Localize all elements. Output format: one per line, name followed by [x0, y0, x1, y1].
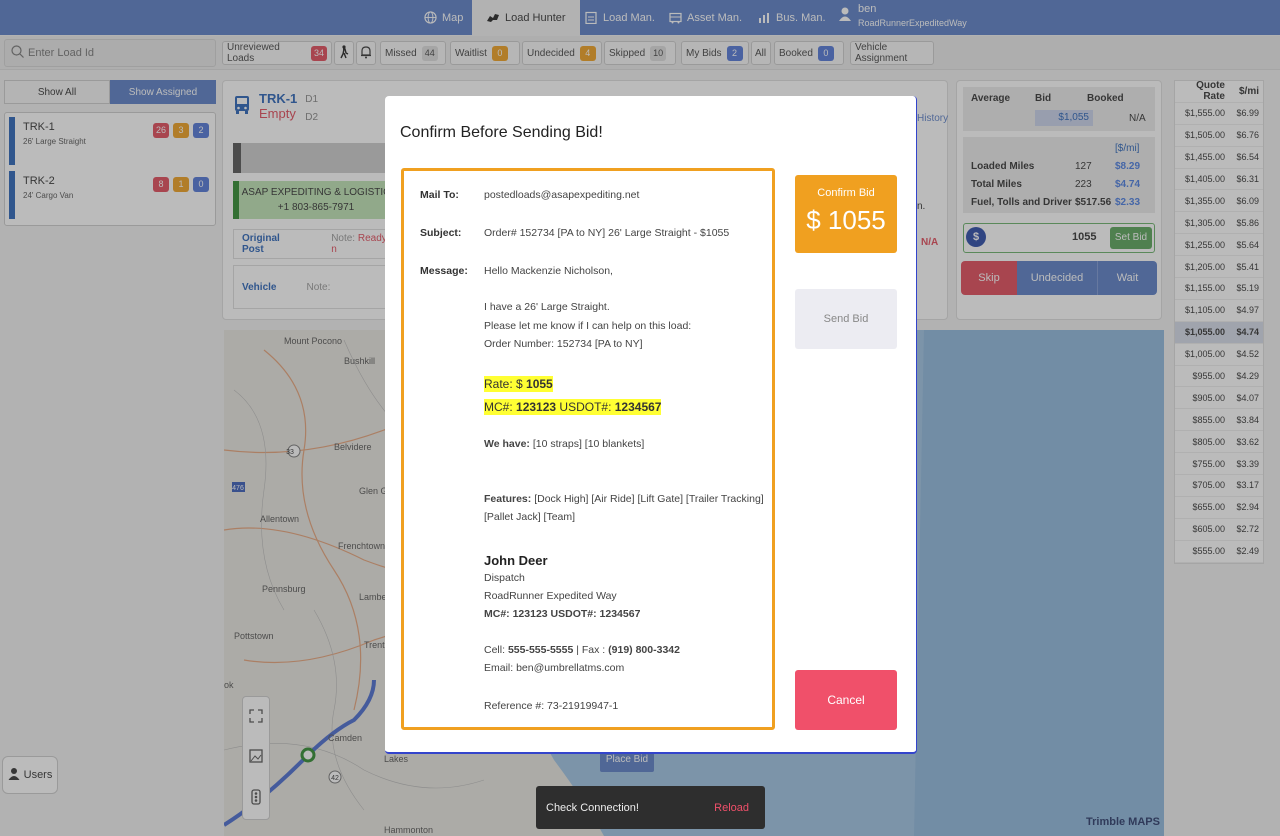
cancel-button[interactable]: Cancel	[795, 670, 897, 730]
message-line-2: Please let me know if I can help on this…	[484, 320, 692, 332]
signature-mc: MC#: 123123 USDOT#: 1234567	[484, 608, 641, 620]
confirm-bid-label: Confirm Bid	[817, 187, 875, 199]
message-line-1: I have a 26' Large Straight.	[484, 301, 610, 313]
message-line-3: Order Number: 152734 [PA to NY]	[484, 338, 643, 350]
modal-title: Confirm Before Sending Bid!	[400, 124, 603, 141]
mail-to-label: Mail To:	[420, 189, 459, 201]
reference-line: Reference #: 73-21919947-1	[484, 700, 619, 712]
greeting: Hello Mackenzie Nicholson,	[484, 265, 613, 277]
confirm-bid-button[interactable]: Confirm Bid $ 1055	[795, 175, 897, 253]
signature-role: Dispatch	[484, 572, 525, 584]
subject-value: Order# 152734 [PA to NY] 26' Large Strai…	[484, 227, 730, 239]
signature-company: RoadRunner Expedited Way	[484, 590, 617, 602]
mail-to-value: postedloads@asapexpediting.net	[484, 189, 640, 201]
message-label: Message:	[420, 265, 468, 277]
connection-toast: Check Connection! Reload	[536, 786, 765, 829]
reload-button[interactable]: Reload	[714, 802, 749, 814]
send-bid-button[interactable]: Send Bid	[795, 289, 897, 349]
email-line: Email: ben@umbrellatms.com	[484, 662, 625, 674]
features-line-2: [Pallet Jack] [Team]	[484, 511, 576, 523]
confirm-bid-modal: Confirm Before Sending Bid! Mail To: pos…	[385, 96, 917, 754]
subject-label: Subject:	[420, 227, 462, 239]
features-line: Features: [Dock High] [Air Ride] [Lift G…	[484, 493, 764, 505]
rate-line: Rate: $ 1055	[484, 376, 553, 392]
we-have-line: We have: [10 straps] [10 blankets]	[484, 438, 645, 450]
mc-line: MC#: 123123 USDOT#: 1234567	[484, 399, 662, 415]
confirm-bid-amount: $ 1055	[806, 205, 886, 235]
email-preview: Mail To: postedloads@asapexpediting.net …	[401, 168, 775, 730]
signature-name: John Deer	[484, 553, 548, 568]
toast-message: Check Connection!	[546, 801, 639, 814]
contact-line: Cell: 555-555-5555 | Fax : (919) 800-334…	[484, 644, 680, 656]
